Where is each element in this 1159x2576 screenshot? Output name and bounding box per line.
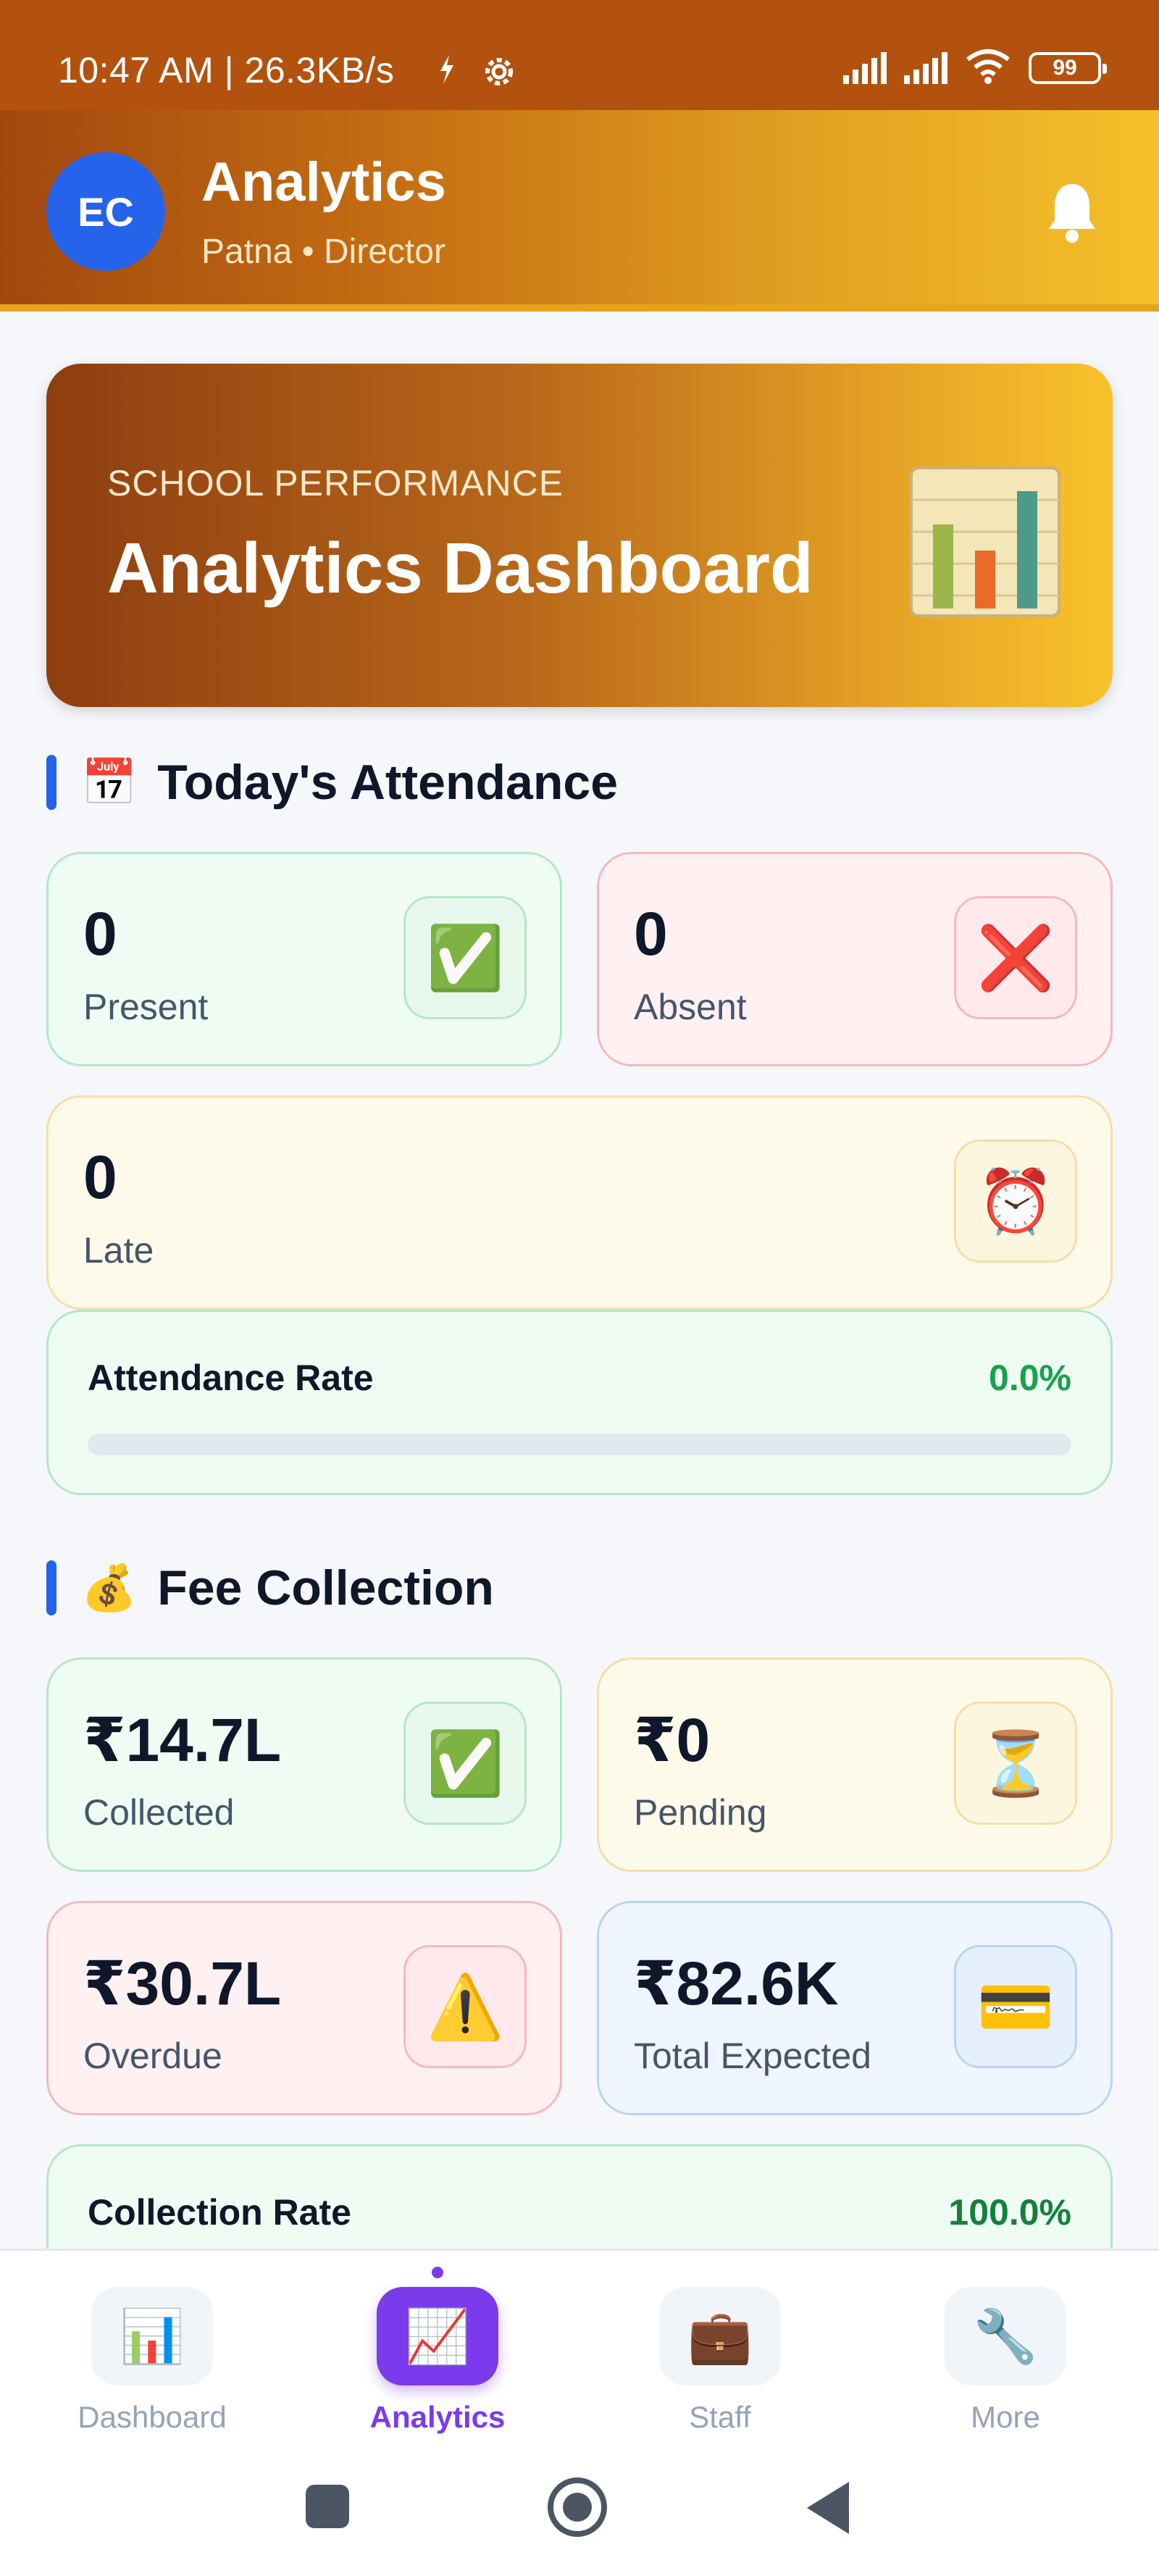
collected-value: ₹14.7L	[83, 1706, 282, 1774]
credit-card-icon: 💳	[954, 1945, 1077, 2068]
alarm-clock-icon: ⏰	[954, 1139, 1077, 1263]
nav-analytics-label: Analytics	[369, 2400, 506, 2434]
signal-icon-2	[904, 51, 947, 84]
collection-rate-label: Collection Rate	[88, 2192, 351, 2233]
battery-icon: 99	[1029, 52, 1107, 84]
dashboard-icon: 📊	[91, 2287, 213, 2385]
status-time: 10:47 AM | 26.3KB/s	[58, 50, 395, 91]
hero-title: Analytics Dashboard	[107, 528, 813, 608]
money-bag-icon: 💰	[81, 1563, 138, 1613]
recents-button[interactable]	[306, 2485, 349, 2528]
overdue-value: ₹30.7L	[83, 1949, 282, 2017]
app-header: EC Analytics Patna • Director	[0, 110, 1159, 311]
bar-chart-icon	[910, 467, 1060, 617]
present-value: 0	[83, 900, 117, 968]
section-accent-bar	[46, 755, 57, 810]
late-value: 0	[83, 1143, 117, 1211]
nav-dashboard-label: Dashboard	[78, 2400, 227, 2434]
absent-value: 0	[634, 900, 668, 968]
bell-icon[interactable]	[1043, 180, 1101, 245]
pending-value: ₹0	[634, 1706, 711, 1774]
collection-rate-value: 100.0%	[948, 2192, 1071, 2233]
page-subtitle: Patna • Director	[201, 233, 445, 271]
hourglass-icon: ⏳	[954, 1702, 1077, 1825]
calendar-icon: 📅	[81, 757, 138, 808]
analytics-icon: 📈	[377, 2287, 498, 2385]
present-card[interactable]: 0 Present ✅	[46, 852, 562, 1066]
attendance-title: Today's Attendance	[157, 755, 619, 810]
pending-card[interactable]: ₹0 Pending ⏳	[597, 1657, 1113, 1872]
expected-value: ₹82.6K	[634, 1949, 839, 2017]
check-icon: ✅	[403, 896, 527, 1019]
hero-kicker: SCHOOL PERFORMANCE	[107, 463, 564, 503]
attendance-section-header: 📅 Today's Attendance	[46, 753, 618, 811]
status-bar: 10:47 AM | 26.3KB/s 99	[0, 0, 1159, 110]
present-label: Present	[83, 987, 209, 1027]
attendance-rate-card: Attendance Rate 0.0%	[46, 1310, 1113, 1495]
attendance-rate-label: Attendance Rate	[88, 1358, 374, 1398]
nav-staff-label: Staff	[689, 2400, 751, 2434]
active-tab-indicator	[432, 2267, 443, 2278]
system-nav-bar	[0, 2451, 1159, 2576]
section-accent-bar	[46, 1560, 57, 1615]
settings-icon	[485, 58, 513, 85]
nav-more[interactable]: 🔧 More	[911, 2287, 1100, 2446]
fee-section-header: 💰 Fee Collection	[46, 1559, 494, 1617]
wrench-icon: 🔧	[945, 2287, 1066, 2385]
overdue-label: Overdue	[83, 2036, 222, 2076]
pending-label: Pending	[634, 1792, 767, 1833]
overdue-card[interactable]: ₹30.7L Overdue ⚠️	[46, 1901, 562, 2115]
warning-icon: ⚠️	[403, 1945, 527, 2068]
nav-staff[interactable]: 💼 Staff	[626, 2287, 814, 2446]
nav-analytics[interactable]: 📈 Analytics	[343, 2287, 532, 2446]
briefcase-icon: 💼	[659, 2287, 781, 2385]
avatar[interactable]: EC	[46, 152, 165, 271]
cross-icon: ❌	[954, 896, 1077, 1019]
expected-label: Total Expected	[634, 2036, 871, 2076]
late-label: Late	[83, 1230, 154, 1271]
check-icon: ✅	[403, 1702, 527, 1825]
absent-label: Absent	[634, 987, 747, 1027]
wifi-icon	[966, 49, 1010, 84]
nav-dashboard[interactable]: 📊 Dashboard	[58, 2287, 246, 2446]
charging-icon	[440, 55, 453, 84]
late-card[interactable]: 0 Late ⏰	[46, 1095, 1113, 1310]
hero-card: SCHOOL PERFORMANCE Analytics Dashboard	[46, 364, 1113, 707]
collected-label: Collected	[83, 1792, 235, 1833]
bottom-nav: 📊 Dashboard 📈 Analytics 💼 Staff 🔧 More	[0, 2249, 1159, 2451]
collected-card[interactable]: ₹14.7L Collected ✅	[46, 1657, 562, 1872]
home-button[interactable]	[548, 2477, 607, 2537]
expected-card[interactable]: ₹82.6K Total Expected 💳	[597, 1901, 1113, 2115]
page-title: Analytics	[201, 151, 446, 213]
back-button[interactable]	[807, 2482, 849, 2534]
attendance-rate-value: 0.0%	[989, 1358, 1071, 1398]
absent-card[interactable]: 0 Absent ❌	[597, 852, 1113, 1066]
nav-more-label: More	[971, 2400, 1040, 2434]
fee-title: Fee Collection	[157, 1560, 494, 1615]
attendance-progress-track	[88, 1434, 1071, 1455]
signal-icon	[843, 51, 887, 84]
